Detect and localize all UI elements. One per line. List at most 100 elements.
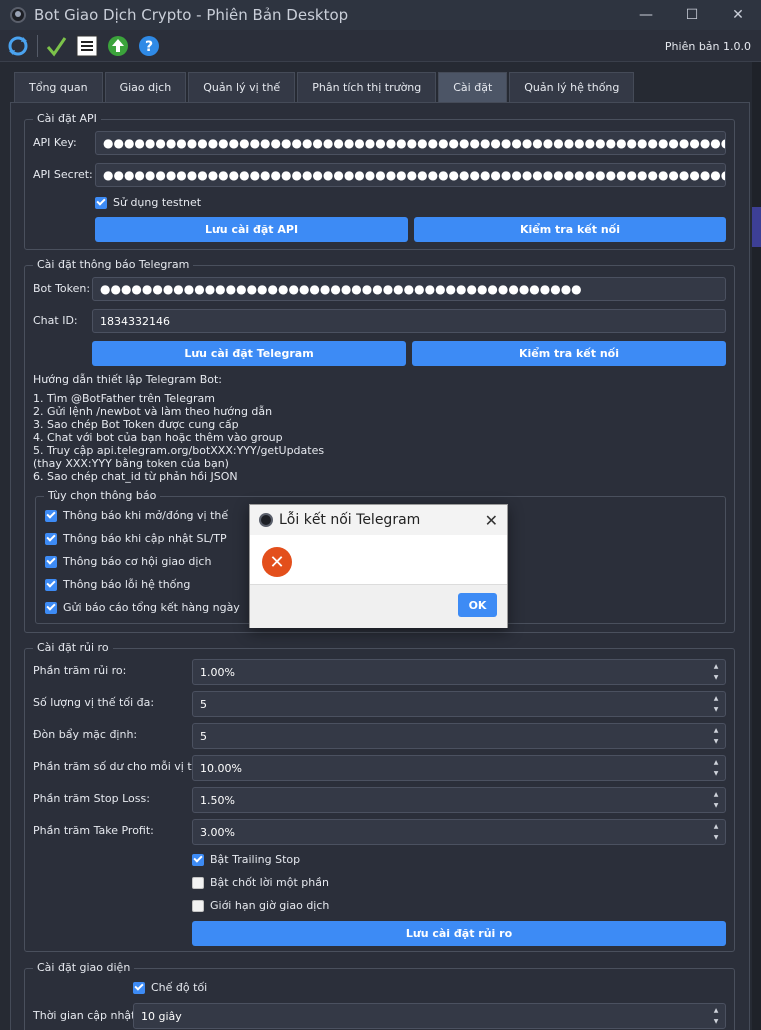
tab-system[interactable]: Quản lý hệ thống [509, 72, 635, 102]
tab-bar: Tổng quan Giao dịch Quản lý vị thế Phân … [14, 72, 636, 102]
take-profit-value: 3.00% [200, 825, 235, 839]
spin-down-icon[interactable]: ▼ [709, 672, 723, 683]
refresh-interval-label: Thời gian cập nhật: [33, 1009, 140, 1022]
notify-sltp-box[interactable] [45, 532, 57, 545]
risk-percent-value: 1.00% [200, 665, 235, 679]
bot-token-input[interactable]: ●●●●●●●●●●●●●●●●●●●●●●●●●●●●●●●●●●●●●●●●… [92, 277, 726, 301]
notify-opportunity-box[interactable] [45, 555, 57, 568]
spin-arrows: ▲ ▼ [709, 693, 723, 715]
upload-button[interactable] [105, 33, 131, 59]
spin-down-icon[interactable]: ▼ [709, 736, 723, 747]
spin-down-icon[interactable]: ▼ [709, 704, 723, 715]
notify-errors-box[interactable] [45, 578, 57, 591]
max-positions-label: Số lượng vị thế tối đa: [33, 696, 155, 709]
spin-up-icon[interactable]: ▲ [709, 693, 723, 704]
spin-up-icon[interactable]: ▲ [709, 661, 723, 672]
notify-opportunity-checkbox[interactable]: Thông báo cơ hội giao dịch [45, 555, 211, 568]
stop-loss-spinbox[interactable]: 1.50% ▲ ▼ [192, 787, 726, 813]
stop-loss-label: Phần trăm Stop Loss: [33, 792, 150, 805]
partial-profit-checkbox[interactable]: Bật chốt lời một phần [192, 876, 329, 889]
tab-overview[interactable]: Tổng quan [14, 72, 103, 102]
dark-mode-checkbox[interactable]: Chế độ tối [133, 981, 207, 994]
window-title: Bot Giao Dịch Crypto - Phiên Bản Desktop [34, 6, 349, 24]
testnet-check-box[interactable] [95, 196, 107, 209]
notify-sltp-checkbox[interactable]: Thông báo khi cập nhật SL/TP [45, 532, 227, 545]
notify-open-close-label: Thông báo khi mở/đóng vị thế [63, 509, 229, 522]
checkmark-icon [46, 36, 67, 56]
spin-down-icon[interactable]: ▼ [709, 800, 723, 811]
ok-button[interactable]: OK [458, 593, 497, 617]
minimize-button[interactable]: — [623, 0, 669, 30]
spin-arrows: ▲ ▼ [709, 725, 723, 747]
close-window-button[interactable]: ✕ [715, 0, 761, 30]
background-window-edge [752, 62, 761, 1030]
trading-hours-box[interactable] [192, 899, 204, 912]
telegram-group-title: Cài đặt thông báo Telegram [33, 258, 194, 271]
trailing-stop-checkbox[interactable]: Bật Trailing Stop [192, 853, 300, 866]
spin-down-icon[interactable]: ▼ [709, 768, 723, 779]
check-button[interactable] [43, 33, 69, 59]
help-button[interactable]: ? [136, 33, 162, 59]
balance-percent-label: Phần trăm số dư cho mỗi vị thế: [33, 760, 210, 773]
refresh-button[interactable] [5, 33, 31, 59]
refresh-icon [8, 36, 28, 55]
spin-down-icon[interactable]: ▼ [709, 832, 723, 843]
balance-percent-spinbox[interactable]: 10.00% ▲ ▼ [192, 755, 726, 781]
spin-up-icon[interactable]: ▲ [709, 821, 723, 832]
daily-report-checkbox[interactable]: Gửi báo cáo tổng kết hàng ngày [45, 601, 240, 614]
test-api-connection-button[interactable]: Kiểm tra kết nối [414, 217, 726, 242]
partial-profit-label: Bật chốt lời một phần [210, 876, 329, 889]
tab-settings[interactable]: Cài đặt [438, 72, 508, 102]
error-icon: ✕ [262, 547, 292, 577]
chat-id-input[interactable]: 1834332146 [92, 309, 726, 333]
api-key-input[interactable]: ●●●●●●●●●●●●●●●●●●●●●●●●●●●●●●●●●●●●●●●●… [95, 131, 726, 155]
spin-up-icon[interactable]: ▲ [709, 757, 723, 768]
upload-arrow-icon [108, 35, 128, 56]
spin-down-icon[interactable]: ▼ [709, 1016, 723, 1027]
dialog-title: Lỗi kết nối Telegram [279, 512, 421, 528]
tab-market-analysis[interactable]: Phân tích thị trường [297, 72, 437, 102]
spin-arrows: ▲ ▼ [709, 821, 723, 843]
save-telegram-button[interactable]: Lưu cài đặt Telegram [92, 341, 406, 366]
list-icon [76, 35, 98, 56]
api-secret-input[interactable]: ●●●●●●●●●●●●●●●●●●●●●●●●●●●●●●●●●●●●●●●●… [95, 163, 726, 187]
test-telegram-connection-button[interactable]: Kiểm tra kết nối [412, 341, 726, 366]
testnet-checkbox[interactable]: Sử dụng testnet [95, 196, 201, 209]
api-group-title: Cài đặt API [33, 112, 101, 125]
max-positions-spinbox[interactable]: 5 ▲ ▼ [192, 691, 726, 717]
spin-up-icon[interactable]: ▲ [709, 1005, 723, 1016]
notify-open-close-checkbox[interactable]: Thông báo khi mở/đóng vị thế [45, 509, 228, 522]
daily-report-box[interactable] [45, 601, 57, 614]
dark-mode-box[interactable] [133, 981, 145, 994]
default-leverage-label: Đòn bẩy mặc định: [33, 728, 138, 741]
spin-up-icon[interactable]: ▲ [709, 789, 723, 800]
notify-open-close-box[interactable] [45, 509, 57, 522]
svg-text:?: ? [145, 39, 153, 55]
save-api-button[interactable]: Lưu cài đặt API [95, 217, 408, 242]
take-profit-spinbox[interactable]: 3.00% ▲ ▼ [192, 819, 726, 845]
partial-profit-box[interactable] [192, 876, 204, 889]
trading-hours-checkbox[interactable]: Giới hạn giờ giao dịch [192, 899, 329, 912]
notify-errors-checkbox[interactable]: Thông báo lỗi hệ thống [45, 578, 190, 591]
tab-trading[interactable]: Giao dịch [104, 72, 187, 102]
spin-up-icon[interactable]: ▲ [709, 725, 723, 736]
dialog-close-icon[interactable]: ✕ [485, 511, 498, 530]
refresh-interval-spinbox[interactable]: 10 giây ▲ ▼ [133, 1003, 726, 1029]
risk-group-title: Cài đặt rủi ro [33, 641, 113, 654]
maximize-button[interactable]: ☐ [669, 0, 715, 30]
trading-hours-label: Giới hạn giờ giao dịch [210, 899, 330, 912]
tab-positions[interactable]: Quản lý vị thế [188, 72, 296, 102]
list-button[interactable] [74, 33, 100, 59]
risk-percent-spinbox[interactable]: 1.00% ▲ ▼ [192, 659, 726, 685]
toolbar-separator [37, 34, 38, 57]
telegram-guide-steps: 1. Tìm @BotFather trên Telegram 2. Gửi l… [33, 392, 325, 483]
trailing-stop-box[interactable] [192, 853, 204, 866]
save-risk-button[interactable]: Lưu cài đặt rủi ro [192, 921, 726, 946]
balance-percent-value: 10.00% [200, 761, 242, 775]
spin-arrows: ▲ ▼ [709, 789, 723, 811]
background-accent-bar [752, 207, 761, 247]
default-leverage-spinbox[interactable]: 5 ▲ ▼ [192, 723, 726, 749]
app-icon [10, 7, 26, 23]
risk-percent-label: Phần trăm rủi ro: [33, 664, 127, 677]
error-dialog: Lỗi kết nối Telegram ✕ ✕ OK [249, 504, 508, 628]
